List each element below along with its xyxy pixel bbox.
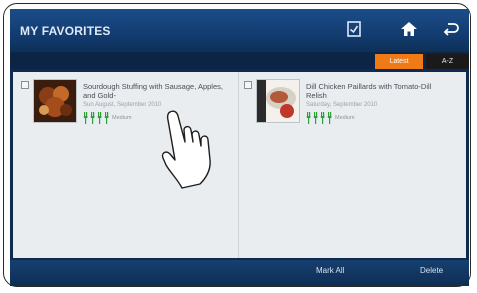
select-checkbox[interactable] <box>244 81 252 89</box>
utensil-rating-icon <box>306 112 332 124</box>
back-icon[interactable] <box>442 20 460 38</box>
page-title: MY FAVORITES <box>20 24 111 38</box>
recipe-card[interactable]: Dill Chicken Paillards with Tomato-Dill … <box>244 79 458 149</box>
select-checkbox[interactable] <box>21 81 29 89</box>
home-icon[interactable] <box>400 20 418 38</box>
favorites-list: Sourdough Stuffing with Sausage, Apples,… <box>13 72 466 258</box>
delete-button[interactable]: Delete <box>420 266 443 275</box>
header-bar: MY FAVORITES <box>10 9 469 52</box>
app-screen: MY FAVORITES Latest A-Z Sourdough Stuffi… <box>10 9 469 286</box>
clipboard-check-icon[interactable] <box>345 20 363 38</box>
hand-pointer-icon <box>161 110 211 189</box>
recipe-thumbnail <box>33 79 77 123</box>
tab-latest[interactable]: Latest <box>375 54 423 69</box>
difficulty-label: Medium <box>335 115 355 121</box>
recipe-title: Dill Chicken Paillards with Tomato-Dill … <box>306 82 432 100</box>
utensil-rating-icon <box>83 112 109 124</box>
recipe-thumbnail <box>256 79 300 123</box>
footer-bar <box>10 260 469 286</box>
column-divider <box>238 72 239 258</box>
recipe-date: Saturday, September 2010 <box>306 102 378 108</box>
difficulty-label: Medium <box>112 115 132 121</box>
recipe-title: Sourdough Stuffing with Sausage, Apples,… <box>83 82 223 100</box>
mark-all-button[interactable]: Mark All <box>316 266 344 275</box>
tab-a-z[interactable]: A-Z <box>426 54 469 69</box>
